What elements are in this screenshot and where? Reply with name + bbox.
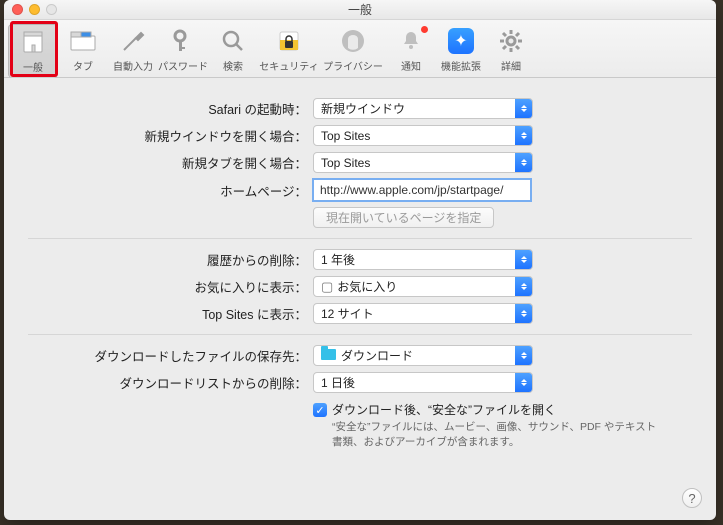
tab-label: 機能拡張 bbox=[436, 58, 486, 73]
tab-autofill[interactable]: 自動入力 bbox=[108, 24, 158, 77]
privacy-icon bbox=[320, 24, 386, 58]
tab-advanced[interactable]: 詳細 bbox=[486, 24, 536, 77]
bell-icon bbox=[386, 24, 436, 58]
tab-label: 自動入力 bbox=[108, 58, 158, 73]
open-safe-files-note: “安全な”ファイルには、ムービー、画像、サウンド、PDF やテキスト書類、および… bbox=[332, 420, 662, 450]
open-safe-files-checkbox[interactable]: ✓ bbox=[313, 403, 327, 417]
launch-label: Safari の起動時 bbox=[28, 99, 313, 118]
stepper-caps-icon bbox=[515, 126, 532, 145]
tab-privacy[interactable]: プライバシー bbox=[320, 24, 386, 77]
tab-label: 詳細 bbox=[486, 58, 536, 73]
remove-history-value: 1 年後 bbox=[321, 251, 355, 268]
launch-select[interactable]: 新規ウインドウ bbox=[313, 98, 533, 119]
stepper-caps-icon bbox=[515, 99, 532, 118]
minimize-window-button[interactable] bbox=[29, 4, 40, 15]
separator bbox=[28, 334, 692, 335]
download-clear-value: 1 日後 bbox=[321, 374, 355, 391]
tab-label: タブ bbox=[58, 58, 108, 73]
tab-search[interactable]: 検索 bbox=[208, 24, 258, 77]
folder-icon bbox=[321, 349, 336, 360]
favorites-value: お気に入り bbox=[337, 280, 397, 294]
tab-label: パスワード bbox=[158, 58, 208, 73]
tab-label: 一般 bbox=[9, 59, 57, 74]
new-window-label: 新規ウインドウを開く場合 bbox=[28, 126, 313, 145]
tab-security[interactable]: セキュリティ bbox=[258, 24, 320, 77]
lock-icon bbox=[258, 24, 320, 58]
tab-notifications[interactable]: 通知 bbox=[386, 24, 436, 77]
stepper-caps-icon bbox=[515, 304, 532, 323]
autofill-icon bbox=[108, 24, 158, 58]
window-title: 一般 bbox=[348, 3, 372, 17]
favorites-label: お気に入りに表示 bbox=[28, 277, 313, 296]
titlebar: 一般 bbox=[4, 0, 716, 20]
homepage-label: ホームページ bbox=[28, 181, 313, 200]
search-icon bbox=[208, 24, 258, 58]
tab-label: セキュリティ bbox=[258, 58, 320, 73]
open-safe-files-label: ダウンロード後、“安全な”ファイルを開く bbox=[332, 401, 556, 418]
stepper-caps-icon bbox=[515, 250, 532, 269]
tab-label: 通知 bbox=[386, 58, 436, 73]
preferences-toolbar: 一般 タブ 自動入力 パスワード 検索 bbox=[4, 20, 716, 78]
preferences-window: 一般 一般 タブ 自動入力 パスワード bbox=[4, 0, 716, 520]
topsites-select[interactable]: 12 サイト bbox=[313, 303, 533, 324]
general-pane: Safari の起動時 新規ウインドウ 新規ウインドウを開く場合 Top Sit… bbox=[4, 78, 716, 458]
book-icon: ▢ bbox=[321, 279, 333, 294]
key-icon bbox=[158, 24, 208, 58]
tab-tabs[interactable]: タブ bbox=[58, 24, 108, 77]
tab-general[interactable]: 一般 bbox=[8, 24, 58, 78]
topsites-value: 12 サイト bbox=[321, 305, 374, 322]
download-location-value: ダウンロード bbox=[341, 349, 413, 363]
new-tab-value: Top Sites bbox=[321, 156, 370, 170]
new-window-select[interactable]: Top Sites bbox=[313, 125, 533, 146]
general-icon bbox=[9, 25, 57, 59]
stepper-caps-icon bbox=[515, 346, 532, 365]
set-current-page-button[interactable]: 現在開いているページを指定 bbox=[313, 207, 494, 228]
close-window-button[interactable] bbox=[12, 4, 23, 15]
separator bbox=[28, 238, 692, 239]
download-location-select[interactable]: ダウンロード bbox=[313, 345, 533, 366]
zoom-window-button[interactable] bbox=[46, 4, 57, 15]
new-window-value: Top Sites bbox=[321, 129, 370, 143]
stepper-caps-icon bbox=[515, 277, 532, 296]
traffic-lights bbox=[12, 4, 57, 15]
tabs-icon bbox=[58, 24, 108, 58]
topsites-label: Top Sites に表示 bbox=[28, 304, 313, 323]
stepper-caps-icon bbox=[515, 373, 532, 392]
download-clear-select[interactable]: 1 日後 bbox=[313, 372, 533, 393]
help-button[interactable]: ? bbox=[682, 488, 702, 508]
launch-value: 新規ウインドウ bbox=[321, 100, 405, 117]
favorites-select[interactable]: ▢ お気に入り bbox=[313, 276, 533, 297]
stepper-caps-icon bbox=[515, 153, 532, 172]
new-tab-select[interactable]: Top Sites bbox=[313, 152, 533, 173]
download-location-label: ダウンロードしたファイルの保存先 bbox=[28, 346, 313, 365]
notification-badge bbox=[421, 26, 428, 33]
tab-extensions[interactable]: ✦ 機能拡張 bbox=[436, 24, 486, 77]
remove-history-label: 履歴からの削除 bbox=[28, 250, 313, 269]
extensions-icon: ✦ bbox=[436, 24, 486, 58]
homepage-input[interactable] bbox=[313, 179, 531, 201]
download-clear-label: ダウンロードリストからの削除 bbox=[28, 373, 313, 392]
tab-passwords[interactable]: パスワード bbox=[158, 24, 208, 77]
new-tab-label: 新規タブを開く場合 bbox=[28, 153, 313, 172]
remove-history-select[interactable]: 1 年後 bbox=[313, 249, 533, 270]
tab-label: プライバシー bbox=[320, 58, 386, 73]
gear-icon bbox=[486, 24, 536, 58]
tab-label: 検索 bbox=[208, 58, 258, 73]
